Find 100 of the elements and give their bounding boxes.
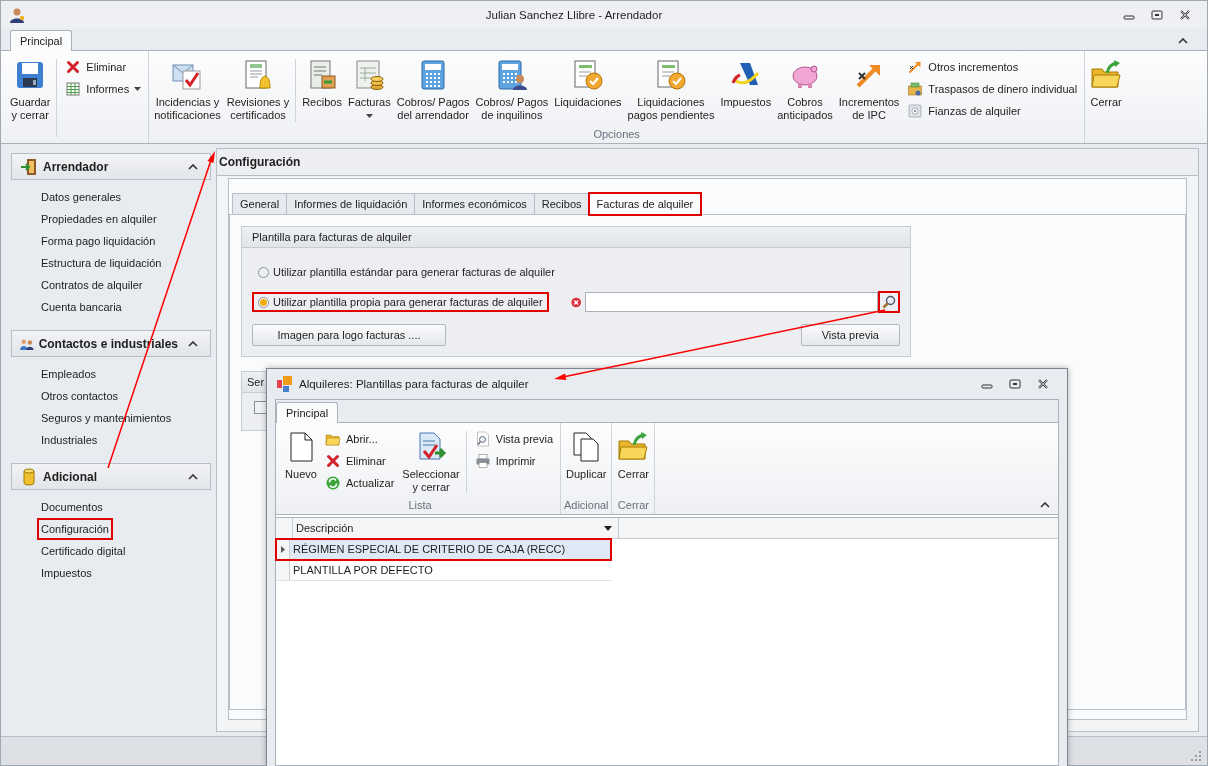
ribbon-button[interactable]: Impuestos: [717, 57, 775, 111]
folder-icon: [325, 431, 341, 447]
collapse-ribbon-icon[interactable]: [1040, 502, 1050, 508]
ribbon-tab[interactable]: Principal: [276, 402, 339, 423]
sidebar-link[interactable]: Certificado digital: [37, 540, 130, 562]
ribbon-button[interactable]: Cobros/ Pagos del arrendador: [393, 57, 473, 124]
maximize-icon[interactable]: [1009, 378, 1021, 390]
tab[interactable]: Facturas de alquiler: [588, 193, 702, 215]
person-icon: [9, 6, 25, 23]
radio-button[interactable]: Utilizar plantilla estándar para generar facturas de alquiler: [252, 262, 561, 282]
sidebar-link[interactable]: Industriales: [37, 429, 102, 451]
search-button[interactable]: [878, 291, 900, 313]
trend-arrow-icon: [907, 59, 924, 75]
ribbon-button[interactable]: Liquidaciones: [551, 57, 625, 111]
folder-arrow-icon: [1090, 59, 1123, 91]
ribbon-button[interactable]: Cerrar: [1087, 57, 1126, 111]
ribbon-button[interactable]: Incidencias y notificaciones: [151, 57, 224, 124]
section-header[interactable]: Arrendador: [11, 153, 211, 180]
ribbon-button[interactable]: Duplicar: [563, 429, 610, 483]
ribbon-button[interactable]: Vista previa: [472, 430, 556, 448]
ribbon-button[interactable]: Liquidaciones pagos pendientes: [624, 57, 718, 124]
table-icon: [65, 81, 82, 97]
ribbon-tab[interactable]: Principal: [10, 30, 73, 51]
table-row[interactable]: PLANTILLA POR DEFECTO: [276, 560, 611, 581]
cross-icon: [65, 59, 82, 75]
sidebar-link[interactable]: Datos generales: [37, 186, 126, 208]
sidebar-link[interactable]: Contratos de alquiler: [37, 274, 147, 296]
ribbon-button[interactable]: Eliminar: [323, 452, 397, 470]
table-cell-text: PLANTILLA POR DEFECTO: [292, 563, 434, 578]
ribbon-button[interactable]: Cerrar: [614, 429, 653, 483]
tab[interactable]: General: [232, 193, 288, 215]
tab[interactable]: Informes de liquidación: [286, 193, 416, 215]
cylinder-icon: [20, 467, 38, 486]
refresh-icon: [325, 475, 341, 491]
ribbon-button[interactable]: Eliminar: [63, 58, 144, 76]
ribbon-button[interactable]: Cobros anticipados: [774, 57, 836, 124]
ribbon-button[interactable]: Incrementos de IPC: [835, 57, 903, 124]
group-title: Ser: [247, 376, 265, 388]
path-field[interactable]: [585, 292, 878, 312]
safe-icon: [907, 103, 924, 119]
group-label: Opciones: [592, 128, 641, 142]
group-label: Lista: [407, 499, 433, 513]
folder-arrow-icon: [617, 431, 650, 463]
group-label: Cerrar: [616, 499, 650, 513]
ribbon-button[interactable]: Recibos: [299, 57, 345, 111]
ribbon-button[interactable]: Guardar y cerrar: [7, 57, 54, 124]
collapse-icon[interactable]: [188, 340, 198, 347]
ribbon-button[interactable]: Nuevo: [282, 429, 320, 483]
sidebar-link[interactable]: Otros contactos: [37, 385, 123, 407]
ribbon-button[interactable]: Revisiones y certificados: [223, 57, 293, 124]
collapse-ribbon-icon[interactable]: [1178, 38, 1188, 44]
section-header[interactable]: Adicional: [11, 463, 211, 490]
collapse-icon[interactable]: [188, 163, 198, 170]
ribbon-button[interactable]: Fianzas de alquiler: [905, 102, 1080, 120]
certificate-icon: [654, 59, 687, 91]
tab[interactable]: Recibos: [533, 193, 590, 215]
table-row[interactable]: RÉGIMEN ESPECIAL DE CRITERIO DE CAJA (RECC): [276, 539, 611, 560]
collapse-icon[interactable]: [188, 473, 198, 480]
ribbon-button[interactable]: Actualizar: [323, 474, 397, 492]
sidebar-link[interactable]: Forma pago liquidación: [37, 230, 160, 252]
sidebar-link[interactable]: Impuestos: [37, 562, 96, 584]
maximize-icon[interactable]: [1151, 8, 1163, 21]
ribbon-button[interactable]: Cobros/ Pagos de inquilinos: [472, 57, 552, 124]
row-pointer-icon: [280, 545, 285, 553]
printer-icon: [474, 453, 491, 469]
button[interactable]: Imagen para logo facturas ....: [252, 324, 446, 346]
ribbon-button[interactable]: Seleccionar y cerrar: [399, 429, 463, 496]
ribbon-button[interactable]: Informes: [63, 80, 144, 98]
cash-box-icon: [907, 81, 924, 97]
radio-button[interactable]: Utilizar plantilla propia para generar facturas de alquiler: [252, 292, 549, 312]
sidebar-link[interactable]: Documentos: [37, 496, 107, 518]
caret-icon: [134, 87, 142, 91]
invoice-coins-icon: [353, 59, 386, 91]
ribbon-button[interactable]: Abrir...: [323, 430, 397, 448]
window-title: Julian Sanchez Llibre - Arrendador: [484, 8, 664, 21]
sidebar-link[interactable]: Cuenta bancaria: [37, 296, 126, 318]
ribbon-button[interactable]: Otros incrementos: [905, 58, 1080, 76]
ribbon-button[interactable]: Imprimir: [472, 452, 556, 470]
calculator-person-icon: [495, 59, 528, 91]
sidebar-link[interactable]: Estructura de liquidación: [37, 252, 166, 274]
sidebar-link[interactable]: Configuración: [37, 518, 113, 540]
ribbon-button[interactable]: Traspasos de dinero individual: [905, 80, 1080, 98]
button[interactable]: Vista previa: [800, 324, 900, 346]
close-icon[interactable]: [1037, 378, 1049, 390]
panel-title: Configuración: [217, 149, 1198, 176]
sidebar-link[interactable]: Empleados: [37, 363, 101, 385]
close-icon[interactable]: [1179, 8, 1191, 21]
cross-icon: [325, 453, 341, 469]
tab[interactable]: Informes económicos: [414, 193, 535, 215]
window-title: Alquileres: Plantillas para facturas de alquiler: [299, 378, 529, 390]
dropdown-icon[interactable]: [604, 525, 612, 531]
preview-icon: [474, 431, 491, 447]
caret-icon: [365, 114, 373, 118]
sidebar-link[interactable]: Propiedades en alquiler: [37, 208, 161, 230]
resize-grip-icon[interactable]: [1191, 751, 1201, 761]
ribbon-button[interactable]: Facturas: [344, 57, 394, 120]
certificate-icon: [571, 59, 604, 91]
search-icon: [882, 295, 896, 309]
group-label: Adicional: [563, 499, 610, 513]
squares-icon: [277, 376, 293, 392]
